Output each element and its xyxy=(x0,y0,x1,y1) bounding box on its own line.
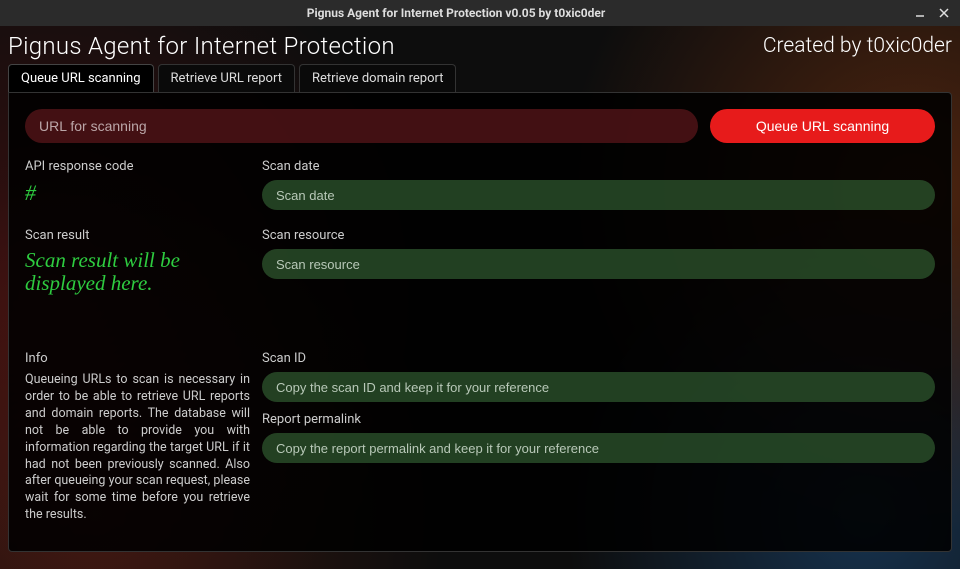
scan-id-field[interactable] xyxy=(262,372,935,402)
app-title: Pignus Agent for Internet Protection xyxy=(8,32,395,60)
close-icon[interactable] xyxy=(936,5,952,21)
scan-date-field[interactable] xyxy=(262,180,935,210)
api-response-label: API response code xyxy=(25,159,250,174)
scan-result-value: Scan result will be displayed here. xyxy=(25,249,250,295)
info-label: Info xyxy=(25,351,250,366)
scan-resource-field[interactable] xyxy=(262,249,935,279)
app-header: Pignus Agent for Internet Protection Cre… xyxy=(0,26,960,64)
report-permalink-field[interactable] xyxy=(262,433,935,463)
scan-result-label: Scan result xyxy=(25,228,250,243)
queue-button[interactable]: Queue URL scanning xyxy=(710,109,935,143)
tab-retrieve-url-report[interactable]: Retrieve URL report xyxy=(158,64,295,92)
scan-resource-label: Scan resource xyxy=(262,228,935,243)
window-title: Pignus Agent for Internet Protection v0.… xyxy=(8,6,904,20)
main-panel: Queue URL scanning API response code # S… xyxy=(8,92,952,552)
minimize-icon[interactable] xyxy=(912,5,928,21)
report-permalink-label: Report permalink xyxy=(262,412,935,427)
window-titlebar: Pignus Agent for Internet Protection v0.… xyxy=(0,0,960,26)
tab-queue-url-scanning[interactable]: Queue URL scanning xyxy=(8,64,154,92)
info-text: Queueing URLs to scan is necessary in or… xyxy=(25,372,250,524)
url-input[interactable] xyxy=(25,109,698,143)
app-credit: Created by t0xic0der xyxy=(763,34,952,58)
scan-id-label: Scan ID xyxy=(262,351,935,366)
tab-bar: Queue URL scanning Retrieve URL report R… xyxy=(0,64,960,92)
tab-retrieve-domain-report[interactable]: Retrieve domain report xyxy=(299,64,457,92)
api-response-value: # xyxy=(25,180,250,206)
scan-date-label: Scan date xyxy=(262,159,935,174)
